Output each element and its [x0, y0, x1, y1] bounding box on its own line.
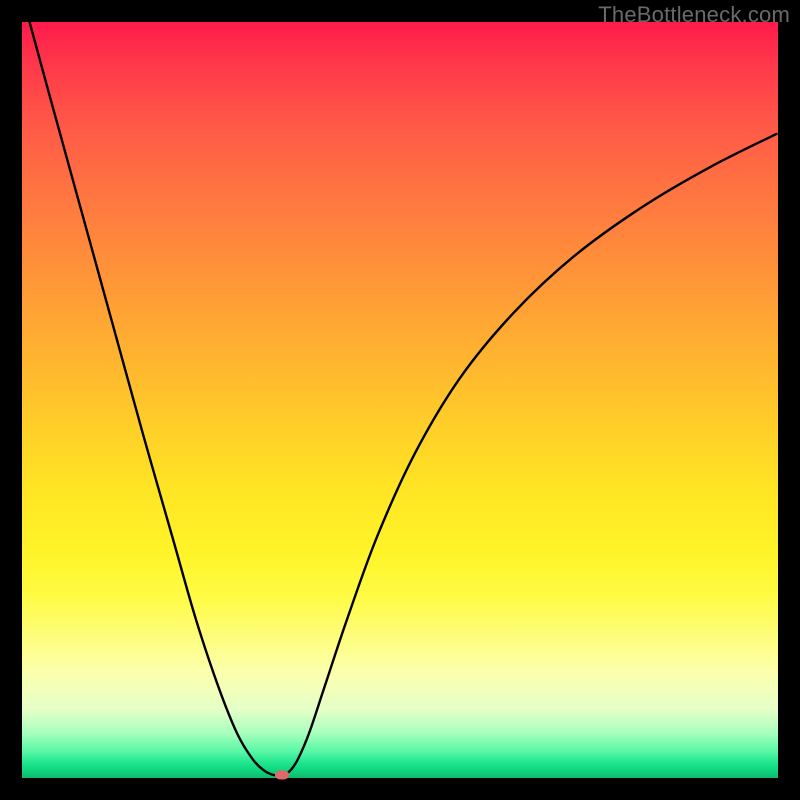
curve-line	[30, 22, 777, 776]
watermark-text: TheBottleneck.com	[598, 2, 790, 28]
plot-area	[22, 22, 778, 778]
curve-svg	[22, 22, 778, 778]
chart-frame: TheBottleneck.com	[0, 0, 800, 800]
minimum-marker	[275, 770, 289, 779]
